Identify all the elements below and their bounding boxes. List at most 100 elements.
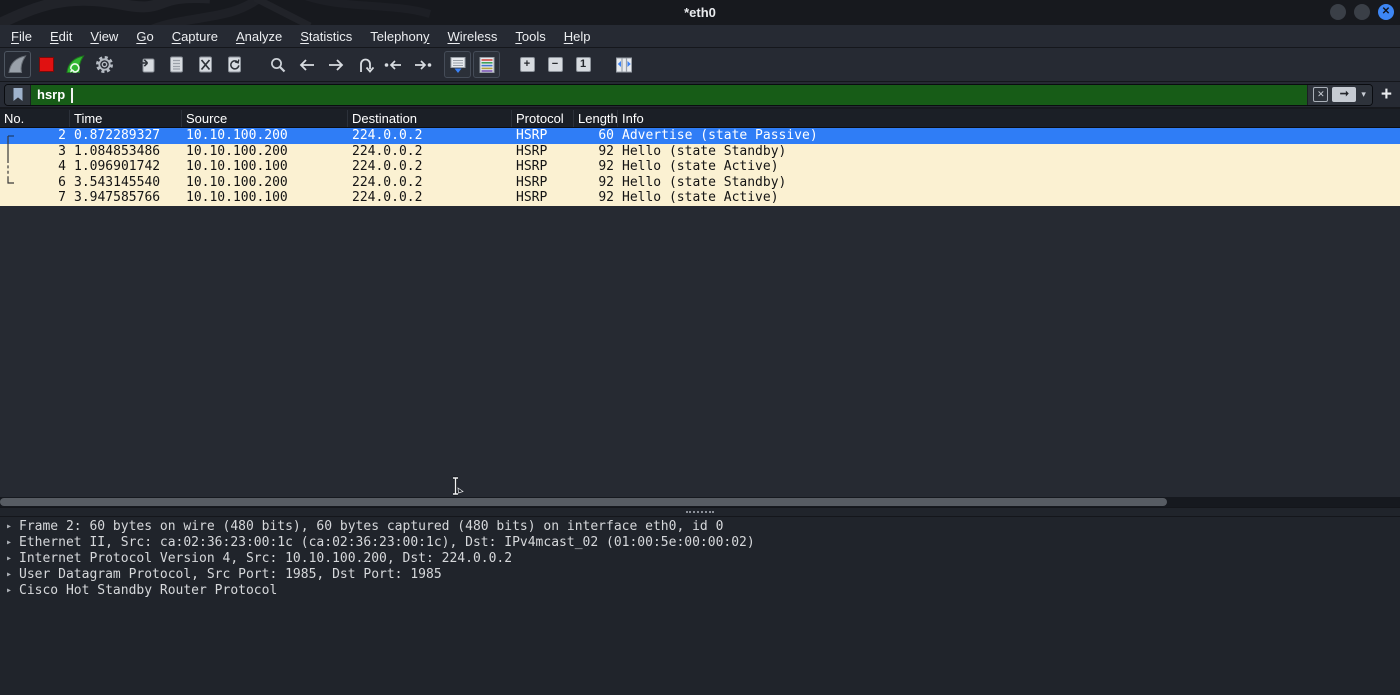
menu-help[interactable]: Help (555, 27, 600, 46)
capture-options-button[interactable] (91, 51, 118, 78)
maximize-button[interactable] (1354, 4, 1370, 20)
menu-tools[interactable]: Tools (506, 27, 554, 46)
menu-view[interactable]: View (81, 27, 127, 46)
expander-icon[interactable]: ▸ (6, 521, 19, 532)
menu-file[interactable]: File (2, 27, 41, 46)
bookmark-icon (12, 87, 24, 102)
restart-capture-button[interactable] (62, 51, 89, 78)
filter-bookmark-button[interactable] (5, 85, 31, 105)
column-header-protocol[interactable]: Protocol (512, 110, 574, 127)
open-file-button[interactable] (134, 51, 161, 78)
packet-row-3[interactable]: 3 1.084853486 10.10.100.200 224.0.0.2 HS… (0, 144, 1400, 160)
column-header-info[interactable]: Info (618, 110, 1400, 127)
packet-row-7[interactable]: 7 3.947585766 10.10.100.100 224.0.0.2 HS… (0, 190, 1400, 206)
zoom-in-button[interactable]: + (519, 56, 536, 73)
go-forward-icon (327, 58, 345, 72)
display-filter-input[interactable] (31, 87, 1307, 102)
detail-row-ethernet[interactable]: ▸ Ethernet II, Src: ca:02:36:23:00:1c (c… (0, 534, 1400, 550)
filter-clear-button[interactable]: ✕ (1313, 87, 1328, 102)
menu-edit[interactable]: Edit (41, 27, 81, 46)
filter-dropdown-button[interactable]: ▾ (1360, 89, 1367, 100)
colorize-packets-icon (478, 56, 496, 74)
go-back-button[interactable] (293, 51, 320, 78)
go-last-packet-button[interactable] (409, 51, 436, 78)
colorize-button[interactable] (473, 51, 500, 78)
horizontal-scrollbar-thumb[interactable] (0, 498, 1167, 506)
detail-text: Cisco Hot Standby Router Protocol (19, 583, 277, 598)
horizontal-scrollbar[interactable] (0, 497, 1400, 507)
stop-capture-icon (39, 57, 54, 72)
go-first-packet-button[interactable] (380, 51, 407, 78)
capture-options-gear-icon (94, 54, 115, 75)
mouse-cursor (451, 476, 465, 498)
menu-telephony[interactable]: Telephony (361, 27, 438, 46)
pane-splitter[interactable] (0, 507, 1400, 517)
display-filter-field[interactable]: ✕ ➞ ▾ (4, 84, 1373, 106)
restart-capture-icon (65, 55, 86, 74)
detail-row-ip[interactable]: ▸ Internet Protocol Version 4, Src: 10.1… (0, 550, 1400, 566)
column-header-destination[interactable]: Destination (348, 110, 512, 127)
find-packet-button[interactable] (264, 51, 291, 78)
wireshark-window: *eth0 ✕ File Edit View Go Capture Analyz… (0, 0, 1400, 695)
expander-icon[interactable]: ▸ (6, 537, 19, 548)
column-header-no[interactable]: No. (0, 110, 70, 127)
menu-go[interactable]: Go (127, 27, 162, 46)
packet-list-empty-area[interactable] (0, 206, 1400, 497)
start-capture-button[interactable] (4, 51, 31, 78)
zoom-out-button[interactable]: − (547, 56, 564, 73)
detail-row-hsrp[interactable]: ▸ Cisco Hot Standby Router Protocol (0, 582, 1400, 598)
save-file-icon (167, 55, 186, 74)
expander-icon[interactable]: ▸ (6, 553, 19, 564)
go-forward-button[interactable] (322, 51, 349, 78)
expander-icon[interactable]: ▸ (6, 569, 19, 580)
zoom-original-icon: 1 (576, 57, 591, 72)
find-packet-icon (269, 56, 287, 74)
go-to-packet-icon (356, 56, 374, 73)
splitter-handle-icon[interactable] (686, 511, 714, 513)
close-button[interactable]: ✕ (1378, 4, 1394, 20)
packet-list-header: No. Time Source Destination Protocol Len… (0, 109, 1400, 128)
stop-capture-button[interactable] (33, 51, 60, 78)
filter-bar: ✕ ➞ ▾ + (0, 82, 1400, 109)
auto-scroll-icon (449, 56, 467, 74)
shark-fin-start-capture-icon (7, 55, 28, 74)
detail-row-udp[interactable]: ▸ User Datagram Protocol, Src Port: 1985… (0, 566, 1400, 582)
filter-input-area[interactable] (31, 85, 1307, 105)
packet-row-6[interactable]: 6 3.543145540 10.10.100.200 224.0.0.2 HS… (0, 175, 1400, 191)
menu-analyze[interactable]: Analyze (227, 27, 291, 46)
column-header-source[interactable]: Source (182, 110, 348, 127)
detail-row-frame[interactable]: ▸ Frame 2: 60 bytes on wire (480 bits), … (0, 518, 1400, 534)
menu-statistics[interactable]: Statistics (291, 27, 361, 46)
go-back-icon (298, 58, 316, 72)
column-header-length[interactable]: Length (574, 110, 618, 127)
resize-columns-icon (614, 56, 634, 74)
go-to-packet-button[interactable] (351, 51, 378, 78)
packet-row-2[interactable]: 2 0.872289327 10.10.100.200 224.0.0.2 HS… (0, 128, 1400, 144)
zoom-out-icon: − (548, 57, 563, 72)
filter-apply-button[interactable]: ➞ (1332, 87, 1356, 102)
main-toolbar: + − 1 (0, 48, 1400, 82)
close-icon: ✕ (1382, 7, 1390, 17)
go-first-packet-icon (384, 59, 403, 71)
packet-row-4[interactable]: 4 1.096901742 10.10.100.100 224.0.0.2 HS… (0, 159, 1400, 175)
auto-scroll-button[interactable] (444, 51, 471, 78)
save-file-button[interactable] (163, 51, 190, 78)
column-header-time[interactable]: Time (70, 110, 182, 127)
detail-text: Internet Protocol Version 4, Src: 10.10.… (19, 551, 512, 566)
reload-file-button[interactable] (221, 51, 248, 78)
menu-capture[interactable]: Capture (163, 27, 227, 46)
zoom-original-button[interactable]: 1 (575, 56, 592, 73)
filter-add-button[interactable]: + (1373, 85, 1394, 104)
expander-icon[interactable]: ▸ (6, 585, 19, 596)
detail-text: Frame 2: 60 bytes on wire (480 bits), 60… (19, 519, 723, 534)
title-bar: *eth0 ✕ (0, 0, 1400, 25)
close-file-icon (196, 55, 215, 74)
minimize-button[interactable] (1330, 4, 1346, 20)
go-last-packet-icon (413, 59, 432, 71)
detail-text: Ethernet II, Src: ca:02:36:23:00:1c (ca:… (19, 535, 755, 550)
close-file-button[interactable] (192, 51, 219, 78)
menu-wireless[interactable]: Wireless (439, 27, 507, 46)
menu-bar: File Edit View Go Capture Analyze Statis… (0, 25, 1400, 48)
window-title: *eth0 (684, 5, 716, 20)
resize-columns-button[interactable] (610, 51, 637, 78)
